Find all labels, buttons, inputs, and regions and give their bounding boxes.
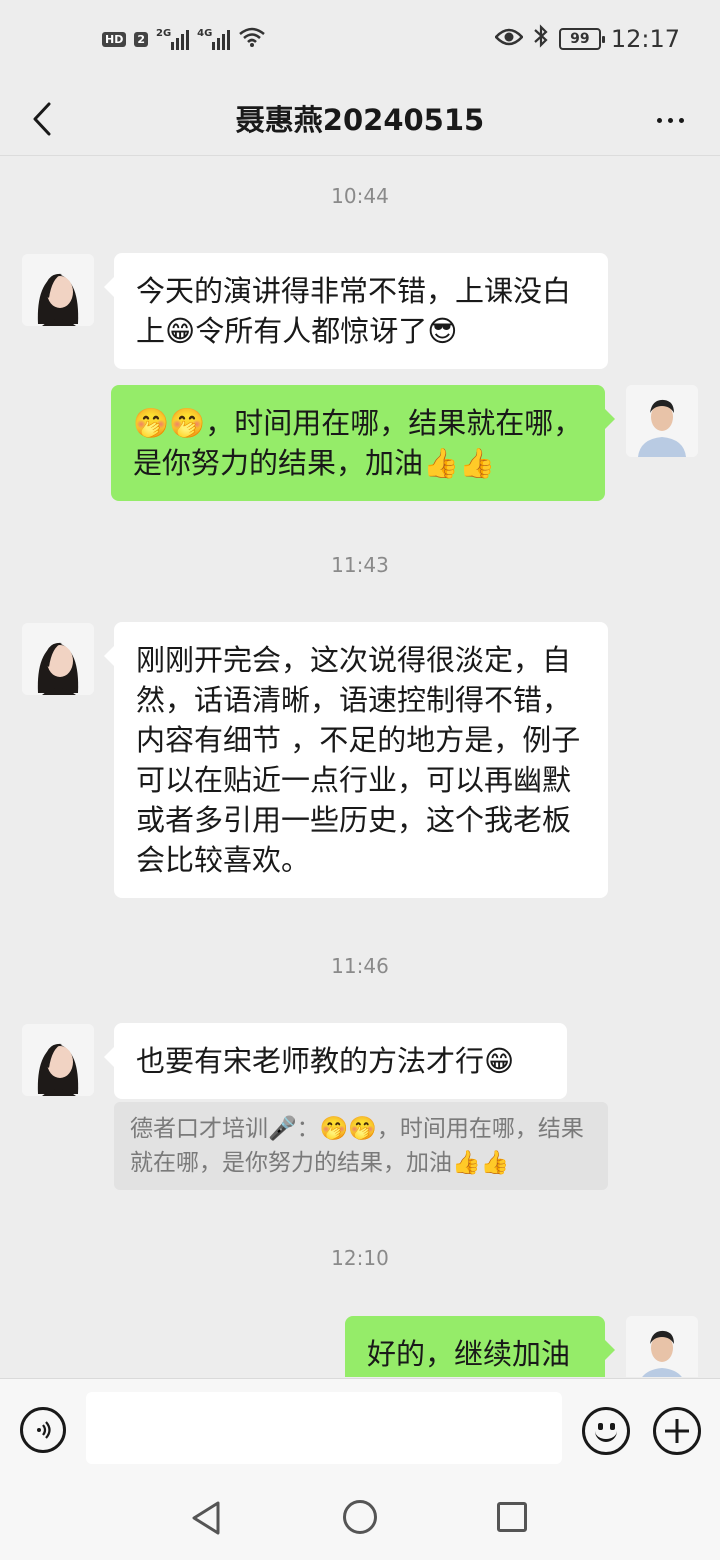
contact-avatar[interactable]: [22, 623, 94, 695]
emoji-button[interactable]: [582, 1407, 630, 1455]
self-avatar[interactable]: [626, 385, 698, 457]
signal-2g-icon: 2G: [156, 28, 190, 50]
voice-icon: [37, 1421, 51, 1439]
sim-badge: 2: [134, 31, 148, 47]
status-left: HD 2 2G 4G: [102, 26, 266, 52]
message-bubble[interactable]: 🤭🤭，时间用在哪，结果就在哪，是你努力的结果，加油👍👍: [111, 385, 615, 501]
status-bar: HD 2 2G 4G 99 12:17: [0, 0, 720, 84]
triangle-back-icon: [192, 1501, 220, 1535]
timestamp: 10:44: [331, 184, 389, 208]
net-4g-label: 4G: [197, 28, 213, 39]
timestamp: 11:43: [331, 553, 389, 577]
chat-header: 聂惠燕20240515: [0, 84, 720, 156]
message-bubble[interactable]: 好的，继续加油: [345, 1316, 615, 1377]
battery-indicator: 99: [558, 28, 605, 50]
message-bubble[interactable]: 也要有宋老师教的方法才行😁: [104, 1023, 567, 1099]
net-2g-label: 2G: [156, 28, 172, 39]
wifi-icon: [238, 26, 266, 52]
bluetooth-icon: [533, 24, 549, 54]
voice-button[interactable]: [20, 1407, 66, 1453]
contact-avatar[interactable]: [22, 254, 94, 326]
chat-area[interactable]: 10:44 今天的演讲得非常不错，上课没白上😁令所有人都惊讶了😎 🤭🤭，时间用在…: [0, 157, 720, 1377]
system-nav-bar: [0, 1478, 720, 1560]
contact-avatar[interactable]: [22, 1024, 94, 1096]
quoted-message[interactable]: 德者口才培训🎤：🤭🤭，时间用在哪，结果就在哪，是你努力的结果，加油👍👍: [114, 1102, 608, 1190]
more-functions-button[interactable]: [653, 1407, 701, 1455]
nav-home-button[interactable]: [343, 1500, 377, 1534]
eye-icon: [494, 25, 524, 53]
more-button[interactable]: [650, 100, 690, 140]
self-avatar[interactable]: [626, 1316, 698, 1377]
nav-back-button[interactable]: [190, 1500, 222, 1540]
timestamp: 12:10: [331, 1246, 389, 1270]
timestamp: 11:46: [331, 954, 389, 978]
message-bubble[interactable]: 今天的演讲得非常不错，上课没白上😁令所有人都惊讶了😎: [104, 253, 608, 369]
hd-badge: HD: [102, 31, 127, 47]
signal-4g-icon: 4G: [197, 28, 231, 50]
input-bar: [0, 1378, 720, 1478]
nav-recent-button[interactable]: [497, 1502, 527, 1532]
status-right: 99 12:17: [494, 24, 680, 54]
ellipsis-icon: [656, 117, 662, 123]
message-input[interactable]: [86, 1392, 562, 1464]
message-bubble[interactable]: 刚刚开完会，这次说得很淡定，自然，话语清晰，语速控制得不错，内容有细节 ，不足的…: [104, 622, 608, 898]
chat-title: 聂惠燕20240515: [235, 103, 485, 137]
status-time: 12:17: [610, 25, 680, 53]
